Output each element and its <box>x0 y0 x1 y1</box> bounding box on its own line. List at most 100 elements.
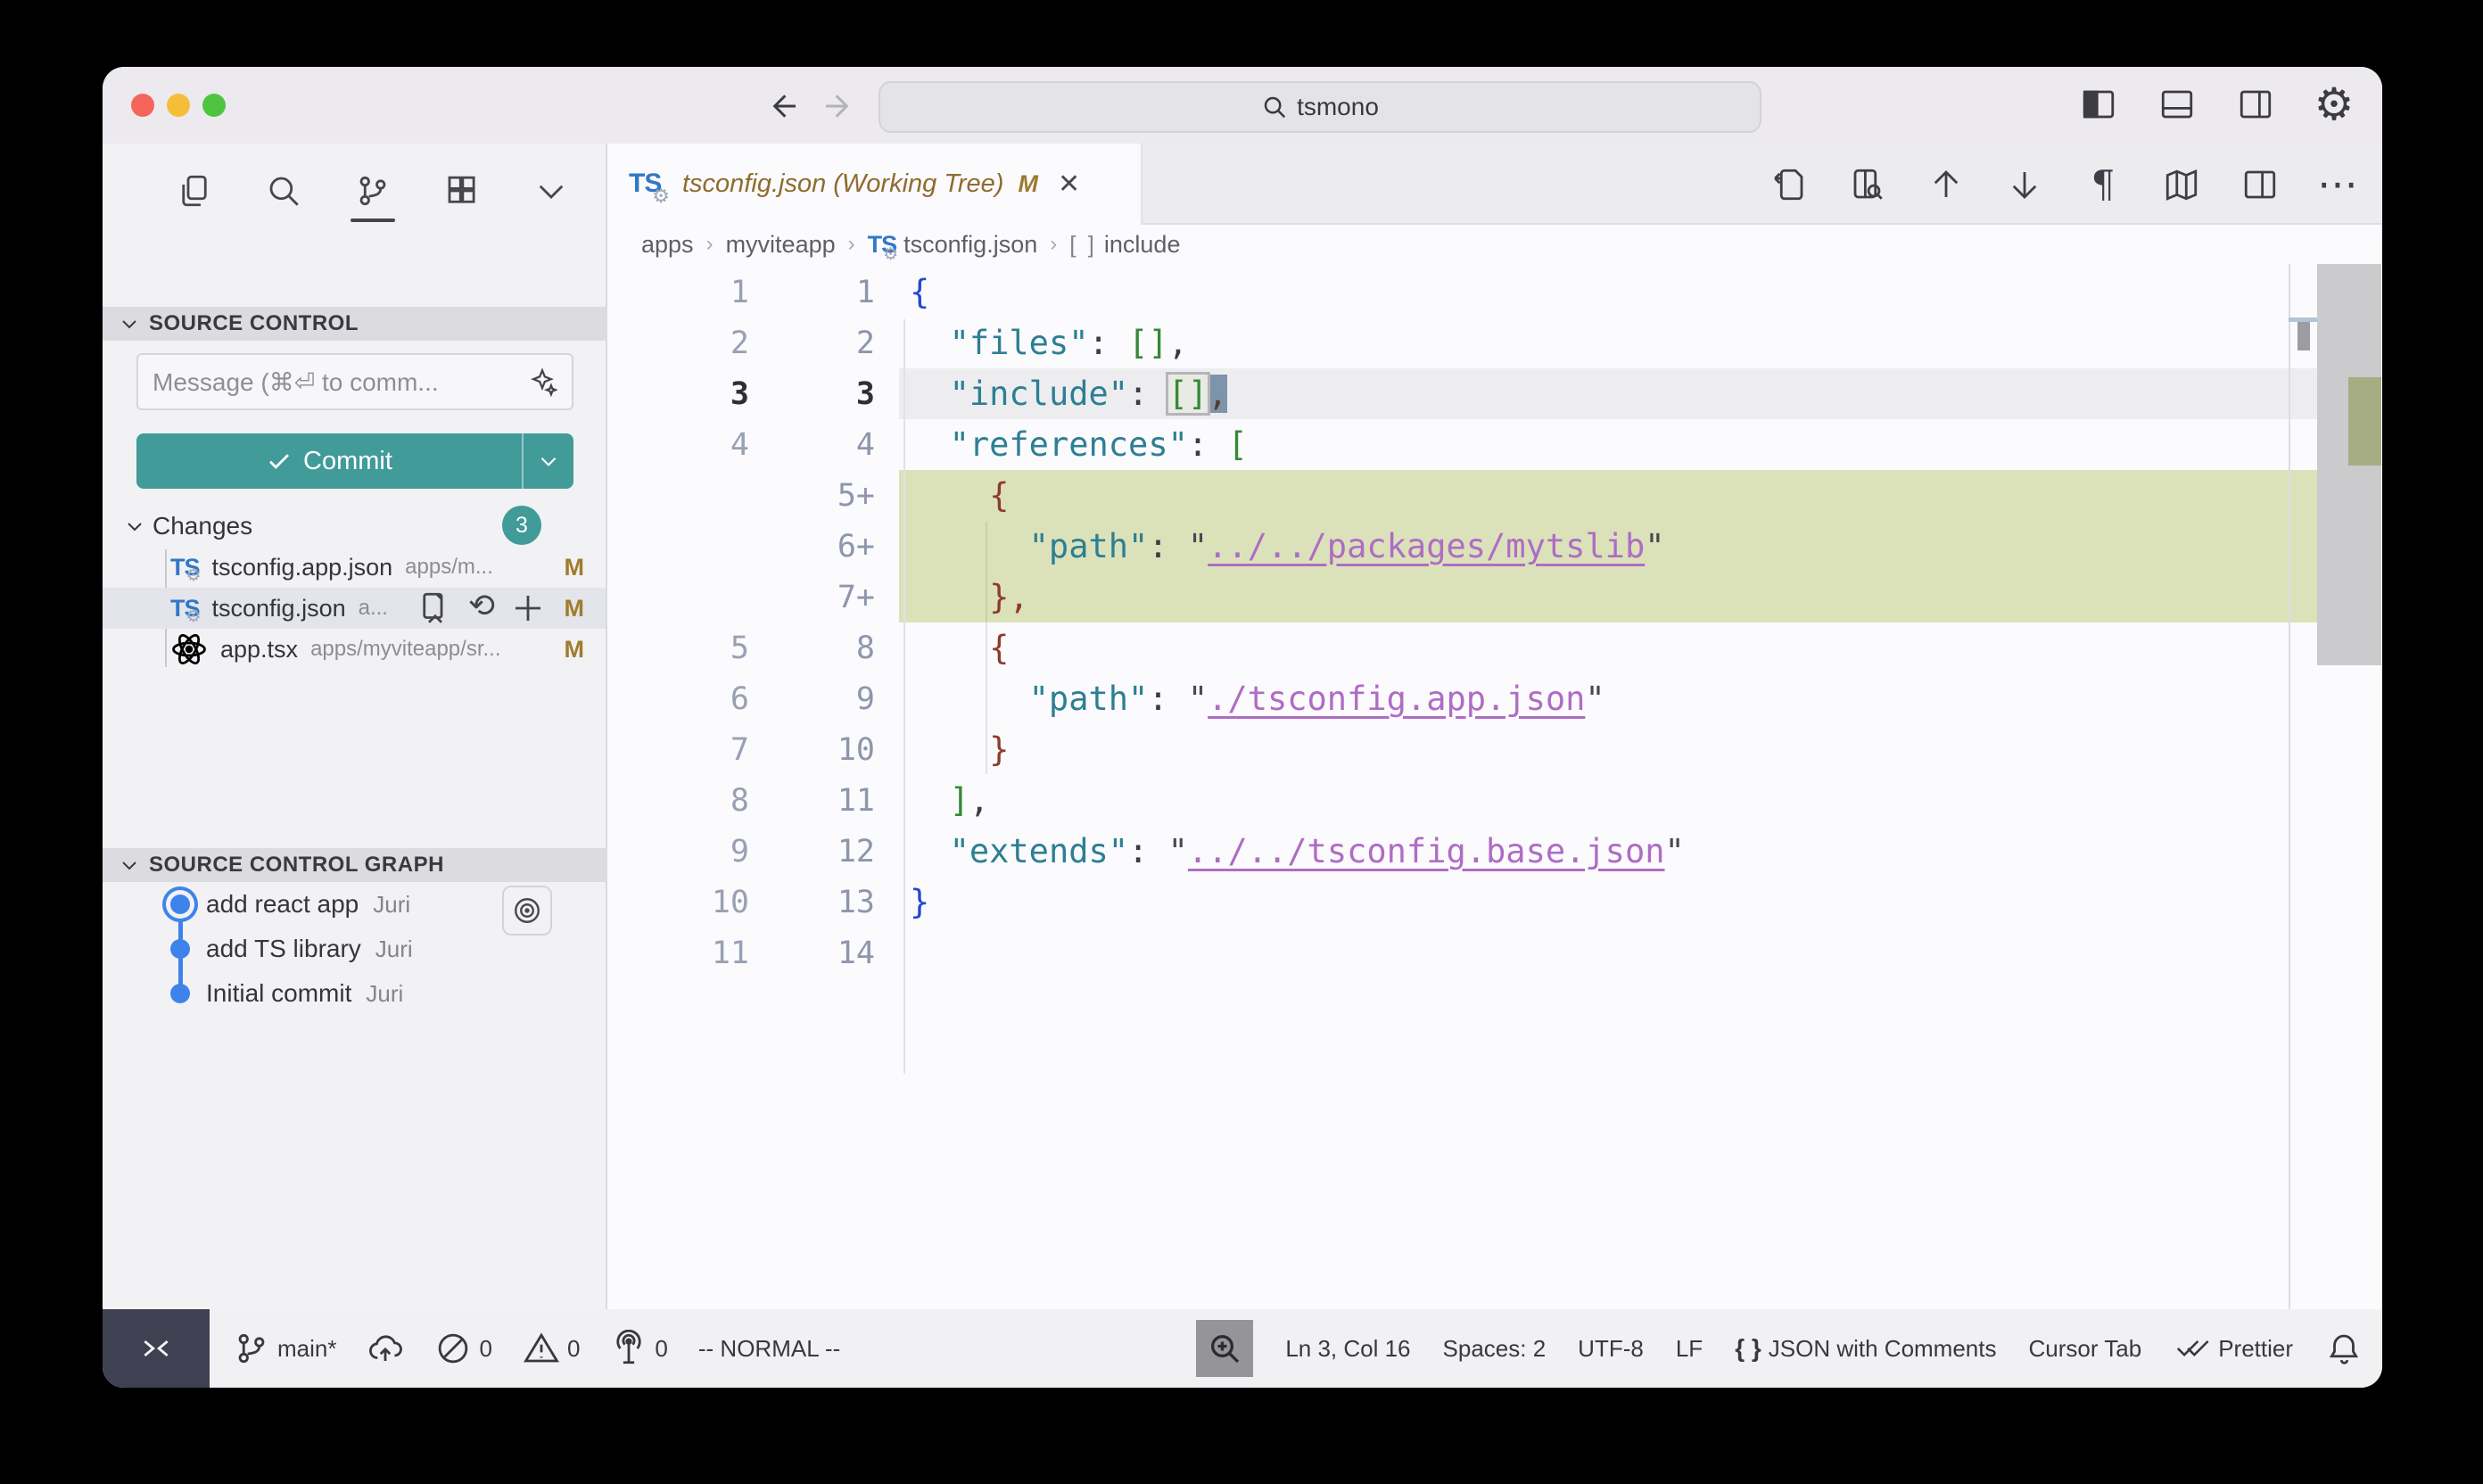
git-branch-icon <box>233 1330 270 1367</box>
commit-author: Juri <box>373 891 410 919</box>
breadcrumb-item-include[interactable]: [ ]include <box>1069 231 1180 259</box>
code-editor[interactable]: 11{22 "files": [],33 "include": [],44 "r… <box>607 264 2382 1309</box>
code-token <box>910 730 989 769</box>
breadcrumb-separator: › <box>706 232 714 257</box>
status-item-0[interactable]: 0 <box>610 1330 667 1367</box>
discard-icon[interactable]: ⟲ <box>468 589 495 627</box>
toggle-panel-left-icon[interactable] <box>2075 81 2122 128</box>
status-item-spaces-2[interactable]: Spaces: 2 <box>1443 1335 1547 1363</box>
settings-gear-icon[interactable]: ⚙ <box>2311 81 2357 128</box>
code-token: }, <box>989 578 1029 616</box>
close-window-button[interactable] <box>131 94 154 117</box>
code-line[interactable]: 5+ { <box>607 470 2382 521</box>
status-item-utf-8[interactable]: UTF-8 <box>1578 1335 1644 1363</box>
status-item-0[interactable]: 0 <box>434 1330 491 1367</box>
toggle-panel-right-icon[interactable] <box>2232 81 2279 128</box>
remote-indicator[interactable] <box>103 1309 210 1388</box>
toggle-panel-bottom-icon[interactable] <box>2154 81 2200 128</box>
status-item-bell[interactable] <box>2325 1330 2363 1367</box>
status-item-main-[interactable]: main* <box>233 1330 336 1367</box>
command-center-search[interactable]: tsmono <box>879 81 1761 133</box>
open-file-icon[interactable] <box>417 589 454 627</box>
code-text: { <box>875 273 929 311</box>
new-line-number: 12 <box>749 834 875 870</box>
code-text: { <box>875 629 1009 667</box>
source-control-section-header[interactable]: SOURCE CONTROL <box>103 307 606 341</box>
activity-search-icon[interactable] <box>256 163 311 218</box>
arrow-down-icon[interactable] <box>2002 162 2047 207</box>
forward-icon[interactable] <box>816 83 862 129</box>
tab-tsconfig-working-tree[interactable]: TS⚙ tsconfig.json (Working Tree) M ✕ <box>607 144 1143 225</box>
old-line-number: 1 <box>607 275 749 310</box>
code-line[interactable]: 710 } <box>607 724 2382 775</box>
changed-file-row[interactable]: app.tsxapps/myviteapp/sr...M <box>103 629 606 670</box>
code-token: , <box>969 781 989 820</box>
activity-extensions-icon[interactable] <box>434 163 490 218</box>
zoom-indicator[interactable] <box>1196 1320 1253 1377</box>
split-editor-icon[interactable] <box>2238 162 2282 207</box>
chevron-down-icon <box>124 515 145 537</box>
overview-added-marker <box>2348 377 2381 466</box>
open-changes-icon[interactable] <box>1767 162 1811 207</box>
code-token: ../../packages/mytslib <box>1208 527 1645 565</box>
code-token: "extends" <box>950 832 1128 870</box>
status-item-cloud-upload[interactable] <box>367 1330 404 1367</box>
breadcrumb-item-myviteapp[interactable]: myviteapp <box>726 231 836 259</box>
minimize-window-button[interactable] <box>167 94 190 117</box>
status-item-0[interactable]: 0 <box>523 1330 580 1367</box>
code-text: }, <box>875 578 1029 616</box>
ts-file-icon: TS⚙ <box>170 595 200 622</box>
old-line-number: 10 <box>607 885 749 920</box>
code-line[interactable]: 7+ }, <box>607 572 2382 622</box>
code-line[interactable]: 22 "files": [], <box>607 317 2382 368</box>
code-line[interactable]: 912 "extends": "../../tsconfig.base.json… <box>607 826 2382 877</box>
code-line[interactable]: 58 { <box>607 622 2382 673</box>
code-token <box>910 375 950 413</box>
close-icon[interactable]: ✕ <box>1058 169 1080 200</box>
status-item-json-with-comments[interactable]: { }JSON with Comments <box>1735 1334 1996 1363</box>
activity-source-control-icon[interactable] <box>345 163 400 218</box>
commit-message-input[interactable]: Message (⌘⏎ to comm... <box>136 353 573 410</box>
tab-label: tsconfig.json (Working Tree) <box>682 169 1003 199</box>
code-line[interactable]: 1013} <box>607 877 2382 928</box>
broadcast-tower-icon <box>610 1330 648 1367</box>
code-line[interactable]: 69 "path": "./tsconfig.app.json" <box>607 673 2382 724</box>
commit-button[interactable]: Commit <box>136 433 573 489</box>
status-item-ln-3-col-16[interactable]: Ln 3, Col 16 <box>1285 1335 1410 1363</box>
more-icon[interactable]: ⋯ <box>2316 162 2361 207</box>
code-line[interactable]: 44 "references": [ <box>607 419 2382 470</box>
code-token: [] <box>1128 324 1168 362</box>
breadcrumb-item-apps[interactable]: apps <box>641 231 694 259</box>
commit-row[interactable]: Initial commitJuri <box>103 971 606 1016</box>
map-icon[interactable] <box>2159 162 2204 207</box>
arrow-up-icon[interactable] <box>1924 162 1968 207</box>
compare-file-icon[interactable] <box>1845 162 1890 207</box>
source-control-graph-section-header[interactable]: SOURCE CONTROL GRAPH <box>103 848 606 882</box>
goto-current-history-item-button[interactable] <box>502 886 552 936</box>
zoom-window-button[interactable] <box>202 94 226 117</box>
sparkle-icon[interactable] <box>527 367 557 397</box>
status-item-lf[interactable]: LF <box>1676 1335 1703 1363</box>
activity-files-icon[interactable] <box>167 163 222 218</box>
code-line[interactable]: 811 ], <box>607 775 2382 826</box>
changed-file-row[interactable]: TS⚙tsconfig.jsona...⟲M <box>103 588 606 629</box>
status-item-cursor-tab[interactable]: Cursor Tab <box>2029 1335 2142 1363</box>
code-line[interactable]: 11{ <box>607 267 2382 317</box>
code-line[interactable]: 33 "include": [], <box>607 368 2382 419</box>
pilcrow-icon[interactable]: ¶ <box>2081 162 2125 207</box>
activity-chevron-down-icon[interactable] <box>524 163 579 218</box>
new-line-number: 5+ <box>749 478 875 514</box>
commit-dropdown-button[interactable] <box>522 433 573 489</box>
code-line[interactable]: 1114 <box>607 928 2382 978</box>
code-token <box>910 680 1029 718</box>
code-line[interactable]: 6+ "path": "../../packages/mytslib" <box>607 521 2382 572</box>
breadcrumb-item-tsconfig.json[interactable]: TS⚙tsconfig.json <box>868 231 1038 259</box>
code-token: : <box>1089 324 1129 362</box>
commit-message: add react app <box>206 890 359 919</box>
status-item-prettier[interactable]: Prettier <box>2174 1330 2293 1367</box>
status-item--normal-[interactable]: -- NORMAL -- <box>698 1335 840 1363</box>
old-line-number: 4 <box>607 427 749 463</box>
back-icon[interactable] <box>759 83 805 129</box>
plus-icon[interactable] <box>509 589 547 627</box>
changed-file-row[interactable]: TS⚙tsconfig.app.jsonapps/m...M <box>103 547 606 588</box>
